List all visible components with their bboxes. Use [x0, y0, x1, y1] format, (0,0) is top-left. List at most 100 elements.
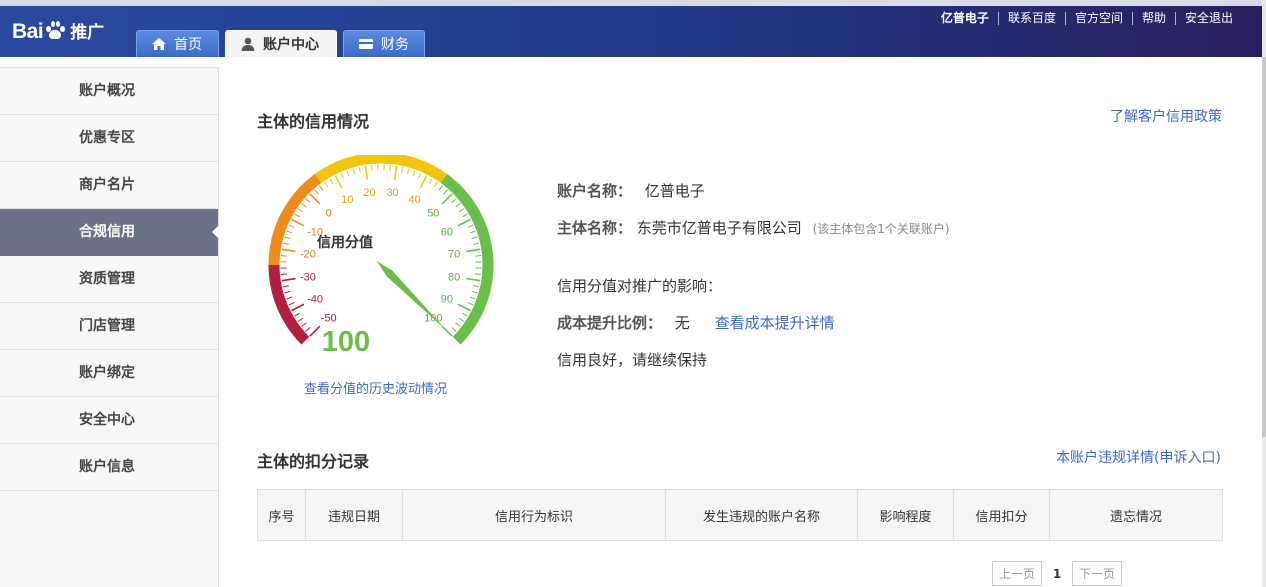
gauge-minor-tick: [462, 213, 468, 218]
baidu-tuiguang-logo[interactable]: Bai 推广: [12, 18, 104, 44]
credit-section-title: 主体的信用情况: [257, 112, 370, 131]
credit-score-gauge: -50-40-30-20-100102030405060708090100 信用…: [268, 155, 494, 358]
gauge-minor-tick: [324, 181, 329, 188]
gauge-minor-tick: [473, 285, 480, 288]
gauge-tick-label: 70: [448, 248, 460, 260]
gauge-minor-tick: [280, 255, 287, 257]
gauge-minor-tick: [443, 189, 448, 195]
current-page: 1: [1052, 566, 1062, 581]
entity-name-row: 主体名称： 东莞市亿普电子有限公司 (该主体包含1个关联账户): [557, 217, 950, 238]
sidebar-item-account-overview[interactable]: 账户概况: [0, 68, 218, 115]
gauge-needle: [376, 260, 447, 331]
sidebar-item-account-info[interactable]: 账户信息: [0, 444, 218, 491]
gauge-minor-tick: [340, 172, 344, 179]
account-name-row: 账户名称： 亿普电子: [557, 180, 705, 201]
scrollbar-thumb[interactable]: [1262, 57, 1266, 437]
gauge-major-tick: [466, 248, 481, 253]
gauge-minor-tick: [284, 290, 291, 294]
gauge-minor-tick: [467, 302, 474, 306]
gauge-major-tick: [309, 325, 321, 337]
gauge-label: 信用分值: [317, 234, 373, 251]
gauge-minor-tick: [301, 322, 307, 327]
sidebar-item-store-management[interactable]: 门店管理: [0, 303, 218, 350]
sidebar-item-security-center[interactable]: 安全中心: [0, 397, 218, 444]
score-history-link[interactable]: 查看分值的历史波动情况: [304, 378, 447, 397]
main-nav-tabs: 首页 账户中心 财务: [136, 30, 425, 57]
col-impact-level: 影响程度: [857, 490, 953, 540]
gauge-minor-tick: [282, 285, 289, 288]
top-link-contact[interactable]: 联系百度: [997, 12, 1065, 25]
sidebar-item-compliance-credit[interactable]: 合规信用: [0, 209, 219, 256]
gauge-tick-label: 10: [341, 194, 353, 206]
top-header: Bai 推广 首页 账户中心 财务 亿普电子 联系百度 官方空间 帮助 安全退出: [0, 0, 1262, 57]
col-behavior-id: 信用行为标识: [402, 490, 665, 540]
tab-account-center-label: 账户中心: [263, 37, 319, 53]
sidebar-item-promotions[interactable]: 优惠专区: [0, 115, 218, 162]
gauge-minor-tick: [305, 198, 311, 203]
main-content: 主体的信用情况 了解客户信用政策 -50 -40 -30 -20 -10 0 10 20 30 4…: [220, 57, 1260, 587]
prev-page-button[interactable]: 上一页: [992, 561, 1043, 586]
gauge-minor-tick: [433, 181, 438, 188]
col-account-name: 发生违规的账户名称: [665, 490, 857, 540]
gauge-major-tick: [291, 218, 305, 227]
tab-account-center[interactable]: 账户中心: [225, 30, 337, 57]
account-name-value: 亿普电子: [644, 182, 705, 200]
deduction-section-title: 主体的扣分记录: [257, 452, 370, 471]
sidebar-item-business-card[interactable]: 商户名片: [0, 162, 218, 209]
gauge-tick-label: 20: [363, 187, 375, 199]
logo-text-bai: Bai: [12, 20, 44, 43]
gauge-major-tick: [291, 303, 305, 312]
gauge-arc-segment-2: [314, 155, 448, 183]
gauge-major-tick: [364, 165, 369, 180]
col-violation-date: 违规日期: [305, 490, 402, 540]
gauge-major-tick: [419, 175, 428, 189]
entity-name-label: 主体名称：: [557, 219, 633, 237]
gauge-minor-tick: [451, 327, 457, 332]
sidebar-item-qualification[interactable]: 资质管理: [0, 256, 218, 303]
gauge-major-tick: [457, 218, 471, 227]
gauge-minor-tick: [301, 203, 307, 208]
entity-note: (该主体包含1个关联账户): [812, 222, 950, 236]
tab-home-label: 首页: [174, 37, 202, 53]
credit-policy-link[interactable]: 了解客户信用政策: [1110, 106, 1222, 126]
next-page-button[interactable]: 下一页: [1072, 561, 1123, 586]
gauge-minor-tick: [462, 312, 468, 317]
gauge-minor-tick: [475, 255, 482, 257]
gauge-minor-tick: [469, 296, 476, 300]
top-link-username[interactable]: 亿普电子: [932, 12, 998, 25]
gauge-major-tick: [441, 193, 453, 205]
top-link-help[interactable]: 帮助: [1131, 12, 1175, 25]
gauge-minor-tick: [346, 170, 350, 177]
cost-detail-link[interactable]: 查看成本提升详情: [715, 314, 835, 332]
gauge-major-tick: [466, 277, 481, 282]
gauge-minor-tick: [288, 224, 295, 228]
gauge-major-tick: [309, 193, 321, 205]
cost-value: 无: [674, 314, 690, 332]
gauge-tick-label: 50: [427, 208, 439, 220]
top-link-logout[interactable]: 安全退出: [1174, 12, 1242, 25]
gauge-minor-tick: [280, 273, 287, 275]
top-link-official-space[interactable]: 官方空间: [1064, 12, 1132, 25]
deduction-table-header: 序号 违规日期 信用行为标识 发生违规的账户名称 影响程度 信用扣分 遗忘情况: [257, 489, 1223, 541]
gauge-minor-tick: [297, 317, 304, 322]
gauge-minor-tick: [286, 296, 293, 300]
gauge-minor-tick: [294, 213, 300, 218]
logo-text-product: 推广: [70, 23, 105, 43]
gauge-minor-tick: [371, 164, 373, 171]
gauge-score: 100: [322, 326, 370, 358]
gauge-minor-tick: [319, 185, 324, 191]
home-icon: [152, 38, 166, 50]
tab-home[interactable]: 首页: [136, 30, 219, 57]
appeal-link[interactable]: 本账户违规详情(申诉入口): [1056, 447, 1221, 467]
impact-title: 信用分值对推广的影响：: [557, 277, 723, 295]
gauge-minor-tick: [329, 178, 334, 184]
gauge-tick-label: 40: [408, 194, 420, 206]
gauge-tick-label: -50: [321, 312, 337, 324]
tab-finance[interactable]: 财务: [343, 30, 425, 57]
col-index: 序号: [268, 509, 295, 525]
gauge-minor-tick: [286, 230, 293, 234]
sidebar-item-account-binding[interactable]: 账户绑定: [0, 350, 218, 397]
gauge-minor-tick: [469, 230, 476, 234]
gauge-minor-tick: [406, 168, 410, 175]
gauge-tick-label: -20: [300, 248, 316, 260]
